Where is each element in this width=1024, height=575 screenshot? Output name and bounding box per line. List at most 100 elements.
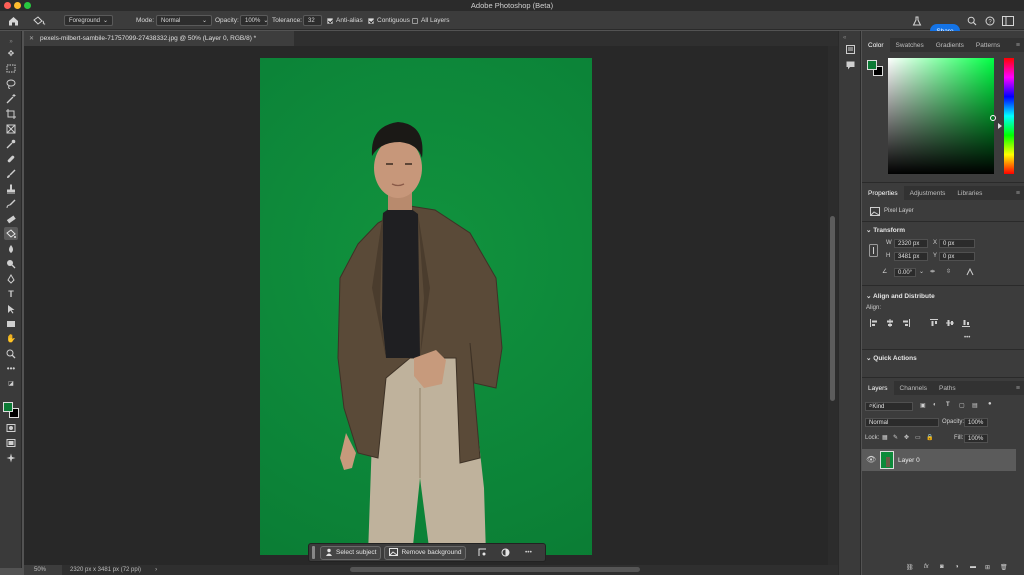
lock-artboard-icon[interactable]: ▭ [915, 434, 921, 441]
transform-icon[interactable] [475, 548, 489, 557]
move-tool-icon[interactable]: ✥ [4, 47, 18, 60]
tab-channels[interactable]: Channels [894, 381, 933, 395]
tolerance-input[interactable]: 32 [303, 15, 322, 26]
align-bottom-icon[interactable] [962, 319, 970, 329]
foreground-color-swatch[interactable] [3, 402, 13, 412]
healing-brush-tool-icon[interactable] [4, 152, 18, 165]
close-tab-icon[interactable]: ✕ [29, 35, 34, 42]
tab-color[interactable]: Color [862, 38, 890, 52]
lock-pixels-icon[interactable]: ✎ [893, 434, 898, 441]
fx-icon[interactable]: fx [924, 564, 929, 570]
vertical-scrollbar[interactable] [828, 46, 838, 565]
vertical-scroll-thumb[interactable] [830, 216, 835, 401]
filter-pixel-icon[interactable]: ▣ [920, 402, 926, 409]
adjustment-layer-icon[interactable]: ◑ [955, 564, 959, 570]
document-tab[interactable]: ✕ pexels-milbert-sambile-71757099-274383… [24, 31, 294, 46]
paint-bucket-tool-icon[interactable] [4, 227, 18, 240]
remove-background-button[interactable]: Remove background [384, 545, 467, 560]
chevron-down-icon[interactable]: ⌄ [919, 268, 924, 275]
flip-vertical-icon[interactable]: ⇳ [946, 268, 951, 275]
drag-handle-icon[interactable] [312, 546, 315, 559]
layer-name[interactable]: Layer 0 [898, 457, 920, 464]
workspace-icon[interactable] [1002, 14, 1014, 27]
blur-tool-icon[interactable] [4, 242, 18, 255]
add-mask-icon[interactable]: ◙ [940, 564, 944, 570]
angle-input[interactable]: 0.00° [894, 268, 916, 277]
lasso-tool-icon[interactable] [4, 77, 18, 90]
contiguous-checkbox[interactable]: Contiguous [368, 14, 410, 27]
pen-tool-icon[interactable] [4, 272, 18, 285]
brush-tool-icon[interactable] [4, 167, 18, 180]
eyedropper-tool-icon[interactable] [4, 137, 18, 150]
align-left-icon[interactable] [870, 319, 878, 329]
hand-tool-icon[interactable]: ✋ [4, 332, 18, 345]
paint-bucket-tool-icon[interactable] [32, 14, 46, 27]
panel-menu-icon[interactable]: ≡ [1016, 190, 1020, 197]
more-tools-icon[interactable]: ••• [4, 362, 18, 375]
panel-menu-icon[interactable]: ≡ [1016, 42, 1020, 49]
flask-icon[interactable] [912, 14, 922, 27]
tab-libraries[interactable]: Libraries [951, 186, 988, 200]
adjustment-icon[interactable] [498, 548, 512, 557]
help-icon[interactable]: ? [985, 14, 995, 27]
height-input[interactable]: 3481 px [894, 252, 928, 261]
blend-mode-dropdown[interactable]: Normal [865, 418, 939, 427]
search-icon[interactable] [967, 14, 977, 27]
rectangle-tool-icon[interactable] [4, 317, 18, 330]
select-subject-button[interactable]: Select subject [320, 545, 382, 560]
filter-adjustment-icon[interactable]: ◐ [933, 402, 937, 408]
align-middle-icon[interactable] [946, 319, 954, 329]
layer-filter-dropdown[interactable]: ⌕ Kind [865, 402, 913, 411]
status-menu-arrow-icon[interactable]: › [155, 567, 157, 573]
transform-section[interactable]: ⌄ Transform [866, 226, 905, 234]
lock-all-icon[interactable]: 🔒 [926, 434, 933, 441]
x-input[interactable]: 0 px [939, 239, 975, 248]
quick-actions-section[interactable]: ⌄ Quick Actions [866, 354, 917, 362]
eraser-tool-icon[interactable] [4, 212, 18, 225]
tab-properties[interactable]: Properties [862, 186, 904, 200]
tab-layers[interactable]: Layers [862, 381, 894, 395]
lock-transparency-icon[interactable]: ▦ [882, 434, 888, 441]
path-selection-tool-icon[interactable] [4, 302, 18, 315]
align-center-icon[interactable] [886, 319, 894, 329]
canvas-workspace[interactable] [24, 46, 828, 565]
link-layers-icon[interactable]: ⛓ [906, 564, 914, 571]
more-options-icon[interactable]: ••• [964, 335, 970, 341]
hue-slider-handle[interactable] [998, 123, 1002, 129]
default-colors-icon[interactable]: ◪ [4, 377, 18, 390]
anti-alias-checkbox[interactable]: Anti-alias [327, 14, 363, 27]
flip-horizontal-icon[interactable]: ⇹ [930, 268, 935, 275]
history-brush-tool-icon[interactable] [4, 197, 18, 210]
align-top-icon[interactable] [930, 319, 938, 329]
fill-source-dropdown[interactable]: Foreground ⌄ [64, 15, 114, 26]
panel-foreground-swatch[interactable] [867, 60, 877, 70]
opacity-input[interactable]: 100% ⌄ [240, 15, 268, 26]
generative-icon[interactable] [4, 451, 18, 464]
mode-dropdown[interactable]: Normal ⌄ [156, 15, 212, 26]
all-layers-checkbox[interactable]: All Layers [412, 14, 450, 27]
layer-row[interactable]: 👁 Layer 0 [862, 449, 1016, 471]
new-group-icon[interactable]: ▬ [970, 564, 976, 570]
lock-position-icon[interactable]: ✥ [904, 434, 909, 441]
y-input[interactable]: 0 px [939, 252, 975, 261]
more-options-icon[interactable]: ••• [521, 549, 535, 556]
zoom-tool-icon[interactable] [4, 347, 18, 360]
align-distribute-section[interactable]: ⌄ Align and Distribute [866, 292, 935, 300]
screen-mode-icon[interactable] [4, 436, 18, 449]
quick-mask-icon[interactable] [4, 421, 18, 434]
horizontal-scrollbar[interactable] [350, 567, 640, 572]
width-input[interactable]: 2320 px [894, 239, 928, 248]
frame-tool-icon[interactable] [4, 122, 18, 135]
color-picker-cursor[interactable] [990, 115, 996, 121]
panel-menu-icon[interactable]: ≡ [1016, 385, 1020, 392]
fill-input[interactable]: 100% [964, 434, 988, 443]
crop-tool-icon[interactable] [4, 107, 18, 120]
comments-icon[interactable] [846, 61, 855, 72]
tab-adjustments[interactable]: Adjustments [904, 186, 952, 200]
marquee-tool-icon[interactable] [4, 62, 18, 75]
tab-gradients[interactable]: Gradients [930, 38, 970, 52]
filter-type-icon[interactable]: T [946, 402, 950, 408]
new-layer-icon[interactable]: ⊞ [985, 564, 990, 571]
tab-paths[interactable]: Paths [933, 381, 962, 395]
color-picker-field[interactable] [888, 58, 994, 174]
